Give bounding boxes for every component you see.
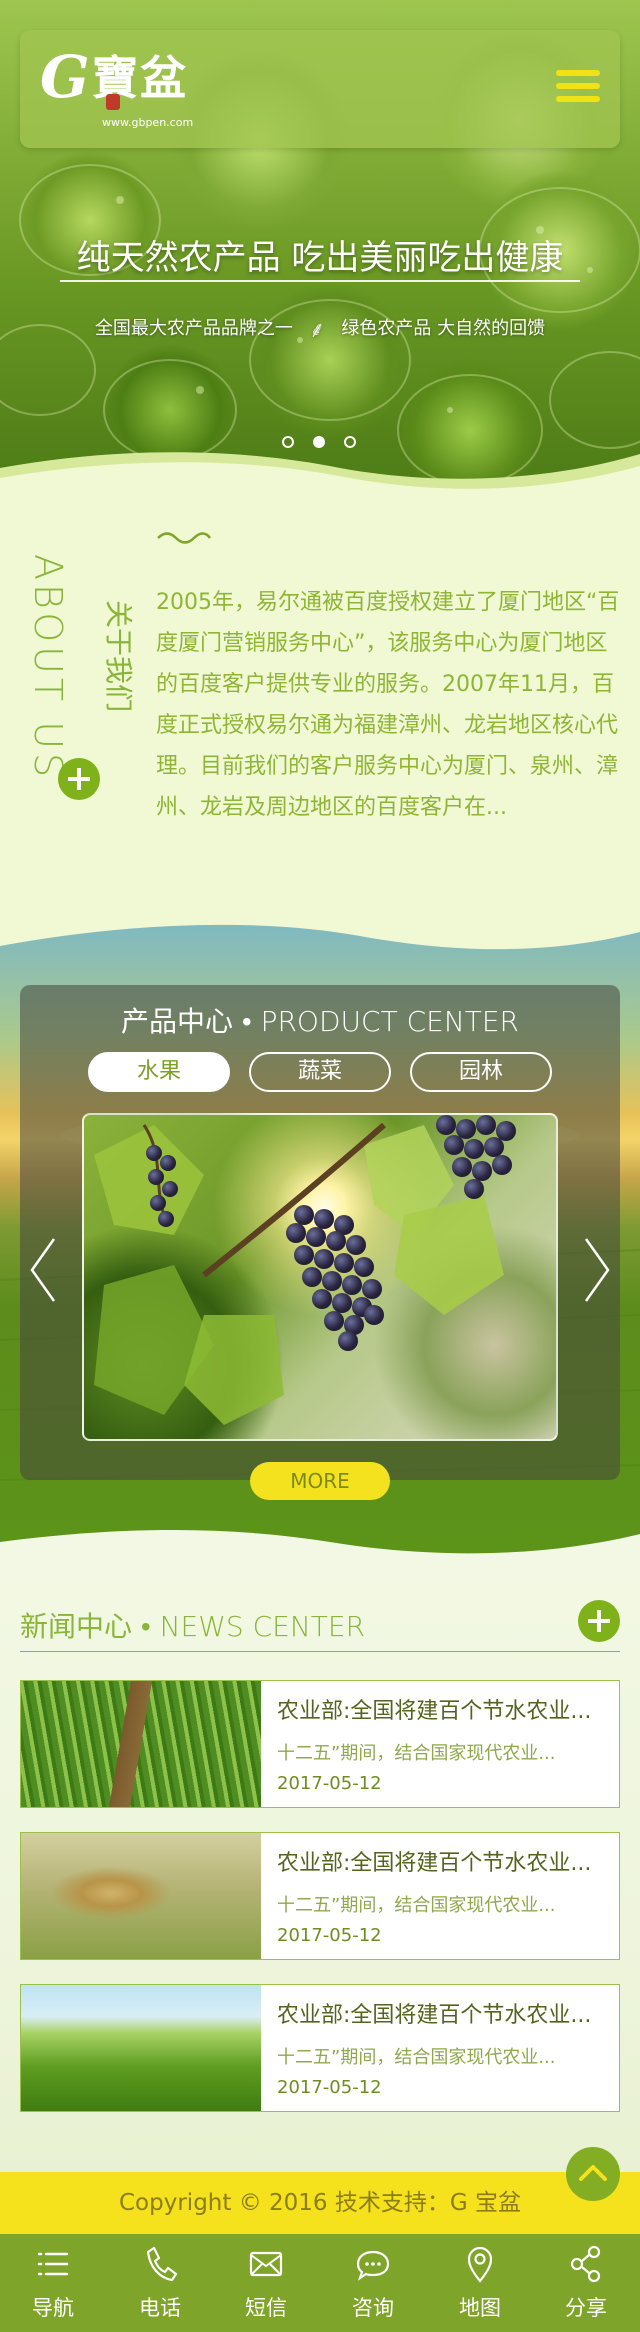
hero-title: 纯天然农产品 吃出美丽吃出健康 <box>76 238 564 278</box>
tab-vegetable[interactable]: 蔬菜 <box>249 1052 391 1092</box>
news-headline: 农业部:全国将建百个节水农业... <box>277 1851 592 1876</box>
news-item[interactable]: 农业部:全国将建百个节水农业... 十二五”期间，结合国家现代农业... 201… <box>20 1680 620 1808</box>
logo-seal-icon <box>106 94 120 110</box>
logo-url: www.gbpen.com <box>102 116 194 129</box>
news-date: 2017-05-12 <box>277 2077 382 2098</box>
nav-item-sms[interactable]: 短信 <box>213 2234 319 2332</box>
news-title: 新闻中心 • NEWS CENTER <box>20 1610 366 1643</box>
news-more-plus-icon[interactable] <box>578 1600 620 1642</box>
nav-label: 电话 <box>139 2296 181 2320</box>
copyright: Copyright © 2016 技术支持：G 宝盆 <box>0 2172 640 2234</box>
product-image[interactable] <box>82 1113 558 1441</box>
hero-wave <box>0 452 640 490</box>
news-headline: 农业部:全国将建百个节水农业... <box>277 2003 592 2028</box>
news-thumb-image <box>21 1833 261 1959</box>
product-title: 产品中心 • PRODUCT CENTER <box>120 1005 520 1038</box>
prev-arrow-icon[interactable] <box>28 1235 58 1305</box>
nav-item-share[interactable]: 分享 <box>533 2234 639 2332</box>
hero-sub-right: 绿色农产品 大自然的回馈 <box>341 318 546 339</box>
news-thumb-image <box>21 1681 261 1807</box>
hero-banner[interactable]: G 寶盆 www.gbpen.com 纯天然农产品 吃出美丽吃出健康 全国最大农… <box>0 0 640 490</box>
nav-item-guide[interactable]: 导航 <box>0 2234 106 2332</box>
chevron-up-icon <box>579 2165 607 2181</box>
product-section: 产品中心 • PRODUCT CENTER 水果 蔬菜 园林 MORE <box>0 920 640 1565</box>
phone-icon <box>146 2246 178 2282</box>
more-button[interactable]: MORE <box>250 1462 390 1500</box>
about-title-cn: 关于我们 <box>102 600 135 713</box>
menu-lines-icon <box>37 2252 69 2276</box>
product-tabs: 水果 蔬菜 园林 <box>88 1052 552 1094</box>
logo-letter: G <box>40 43 90 111</box>
nav-item-phone[interactable]: 电话 <box>107 2234 213 2332</box>
news-section: 新闻中心 • NEWS CENTER 农业部:全国将建百个节水农业... 十二五… <box>0 1565 640 2177</box>
about-more-plus-icon[interactable] <box>58 758 100 800</box>
wheat-icon: ⸙ <box>308 318 326 343</box>
chat-icon <box>356 2250 390 2281</box>
nav-label: 分享 <box>565 2296 607 2320</box>
bottom-nav: 导航 电话 短信 咨询 地图 分享 <box>0 2234 640 2332</box>
tilde-icon <box>157 532 212 544</box>
news-item[interactable]: 农业部:全国将建百个节水农业... 十二五”期间，结合国家现代农业... 201… <box>20 1832 620 1960</box>
about-text: 2005年，易尔通被百度授权建立了厦门地区“百度厦门营销服务中心”，该服务中心为… <box>156 590 620 820</box>
about-section: ABOUT US 关于我们 2005年，易尔通被百度授权建立了厦门地区“百度厦门… <box>0 490 640 920</box>
news-date: 2017-05-12 <box>277 1925 382 1946</box>
news-headline: 农业部:全国将建百个节水农业... <box>277 1699 592 1724</box>
logo[interactable]: G 寶盆 www.gbpen.com <box>40 42 210 132</box>
menu-icon[interactable] <box>556 70 600 106</box>
hero-sub-left: 全国最大农产品品牌之一 <box>94 318 293 339</box>
nav-label: 咨询 <box>352 2296 394 2320</box>
news-date: 2017-05-12 <box>277 1773 382 1794</box>
hero-divider <box>60 280 580 282</box>
next-arrow-icon[interactable] <box>582 1235 612 1305</box>
share-icon <box>570 2245 601 2283</box>
tab-garden[interactable]: 园林 <box>410 1052 552 1092</box>
product-bottom-wave <box>0 1530 640 1565</box>
nav-label: 导航 <box>32 2296 74 2320</box>
news-thumb-image <box>21 1985 261 2111</box>
news-desc: 十二五”期间，结合国家现代农业... <box>277 2047 556 2068</box>
news-desc: 十二五”期间，结合国家现代农业... <box>277 1895 556 1916</box>
nav-label: 短信 <box>245 2296 287 2320</box>
news-item[interactable]: 农业部:全国将建百个节水农业... 十二五”期间，结合国家现代农业... 201… <box>20 1984 620 2112</box>
hero-subtitle: 全国最大农产品品牌之一 ⸙ 绿色农产品 大自然的回馈 <box>0 314 640 344</box>
grape-cluster-top <box>436 1115 526 1215</box>
nav-item-consult[interactable]: 咨询 <box>320 2234 426 2332</box>
envelope-icon <box>249 2251 283 2277</box>
grape-cluster-left <box>146 1145 186 1245</box>
about-title-en: ABOUT US <box>26 554 70 782</box>
map-pin-icon <box>467 2246 493 2283</box>
tab-fruit[interactable]: 水果 <box>88 1052 230 1092</box>
news-desc: 十二五”期间，结合国家现代农业... <box>277 1743 556 1764</box>
scroll-top-button[interactable] <box>566 2147 620 2201</box>
product-top-wave <box>0 920 640 950</box>
nav-label: 地图 <box>459 2296 501 2320</box>
grape-cluster-main <box>274 1205 394 1355</box>
nav-item-map[interactable]: 地图 <box>427 2234 533 2332</box>
news-divider <box>20 1651 620 1652</box>
